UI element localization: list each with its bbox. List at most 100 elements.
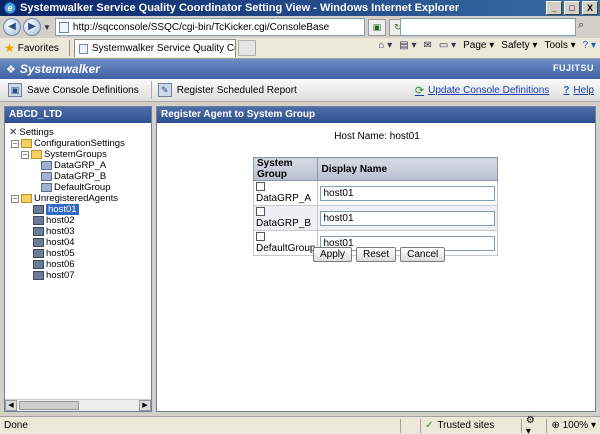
column-header-display-name: Display Name bbox=[317, 157, 499, 181]
tree-node-host[interactable]: host06 bbox=[9, 259, 151, 270]
group-icon bbox=[41, 161, 52, 170]
print-icon[interactable]: ▭ ▾ bbox=[439, 40, 456, 51]
back-button[interactable]: ◀ bbox=[3, 18, 21, 36]
navigation-panel: ABCD_LTD ✕ Settings − ConfigurationSetti… bbox=[4, 106, 152, 412]
ie-icon: e bbox=[4, 2, 16, 14]
app-toolbar: ▣ Save Console Definitions ✎ Register Sc… bbox=[0, 79, 600, 102]
system-group-table: System Group Display Name DataGRP_A Data… bbox=[252, 157, 499, 256]
host-icon bbox=[33, 271, 44, 280]
feeds-icon[interactable]: ▤ ▾ bbox=[399, 40, 416, 51]
collapse-icon[interactable]: − bbox=[11, 194, 19, 203]
update-console-definitions-link[interactable]: ⟳ Update Console Definitions bbox=[415, 84, 549, 97]
command-buttons: ⌂ ▾ ▤ ▾ ✉ ▭ ▾ Page ▾ Safety ▾ Tools ▾ ? … bbox=[378, 40, 596, 51]
help-icon[interactable]: ? ▾ bbox=[583, 40, 596, 51]
compatibility-icon[interactable]: ▣ bbox=[367, 18, 386, 36]
group-checkbox[interactable] bbox=[256, 207, 265, 216]
display-name-cell bbox=[317, 180, 499, 206]
trusted-check-icon: ✓ bbox=[425, 420, 434, 431]
tree-node-settings[interactable]: ✕ Settings bbox=[9, 127, 151, 138]
window-titlebar: e Systemwalker Service Quality Coordinat… bbox=[0, 0, 600, 16]
report-icon: ✎ bbox=[157, 83, 172, 97]
favorites-star-icon: ★ bbox=[4, 41, 15, 55]
help-link[interactable]: ? Help bbox=[563, 85, 594, 96]
history-dropdown-icon[interactable]: ▼ bbox=[43, 23, 51, 32]
protected-mode-icon[interactable]: ⚙ ▾ bbox=[520, 415, 547, 434]
mail-icon[interactable]: ✉ bbox=[423, 40, 431, 51]
tree-node-host[interactable]: host07 bbox=[9, 270, 151, 281]
zoom-control[interactable]: ⊕ 100% ▾ bbox=[546, 418, 600, 433]
tree-node-group[interactable]: DefaultGroup bbox=[9, 182, 151, 193]
scrollbar-thumb[interactable] bbox=[19, 401, 79, 410]
forward-button[interactable]: ▶ bbox=[23, 18, 41, 36]
settings-tree: ✕ Settings − ConfigurationSettings − Sys… bbox=[5, 123, 151, 281]
security-zone[interactable]: ✓ Trusted sites bbox=[420, 418, 521, 433]
address-input[interactable]: http://sqcconsole/SSQC/cgi-bin/TcKicker.… bbox=[54, 18, 365, 36]
page-menu[interactable]: Page ▾ bbox=[463, 40, 494, 51]
favorites-button[interactable]: ★ Favorites bbox=[4, 41, 59, 55]
host-icon bbox=[33, 205, 44, 214]
folder-icon bbox=[21, 194, 32, 203]
table-row: DataGRP_A bbox=[252, 180, 499, 206]
group-icon bbox=[41, 172, 52, 181]
search-icon[interactable]: ⌕ bbox=[578, 19, 584, 32]
tree-node-group[interactable]: DataGRP_A bbox=[9, 160, 151, 171]
toolbar-separator bbox=[150, 81, 152, 99]
tree-node-host[interactable]: host02 bbox=[9, 215, 151, 226]
home-icon[interactable]: ⌂ ▾ bbox=[378, 40, 392, 51]
zoom-icon: ⊕ bbox=[551, 420, 563, 431]
tree-node-host[interactable]: host04 bbox=[9, 237, 151, 248]
close-button[interactable]: X bbox=[582, 1, 598, 15]
brand-logo: ❖ Systemwalker bbox=[6, 62, 100, 76]
window-title: Systemwalker Service Quality Coordinator… bbox=[20, 2, 460, 14]
new-tab-button[interactable] bbox=[237, 40, 256, 56]
command-bar: ★ Favorites Systemwalker Service Quality… bbox=[0, 38, 600, 59]
tree-node-host[interactable]: host05 bbox=[9, 248, 151, 259]
tree-node-group[interactable]: DataGRP_B bbox=[9, 171, 151, 182]
collapse-icon[interactable]: − bbox=[11, 139, 19, 148]
toolbar-links: ⟳ Update Console Definitions ? Help bbox=[415, 84, 594, 97]
content-panel-title: Register Agent to System Group bbox=[157, 107, 595, 123]
tools-menu[interactable]: Tools ▾ bbox=[544, 40, 575, 51]
browser-tab[interactable]: Systemwalker Service Quality Coordinator… bbox=[73, 39, 236, 57]
tree-node-host-selected[interactable]: host01 bbox=[9, 204, 151, 215]
settings-icon: ✕ bbox=[9, 127, 18, 138]
reset-button[interactable]: Reset bbox=[356, 247, 397, 262]
tab-separator bbox=[68, 40, 70, 56]
collapse-icon[interactable]: − bbox=[21, 150, 29, 159]
status-bar: Done ✓ Trusted sites ⚙ ▾ ⊕ 100% ▾ bbox=[0, 415, 600, 434]
host-icon bbox=[33, 227, 44, 236]
apply-button[interactable]: Apply bbox=[313, 247, 353, 262]
maximize-button[interactable]: □ bbox=[564, 1, 580, 15]
cancel-button[interactable]: Cancel bbox=[400, 247, 446, 262]
folder-icon bbox=[21, 139, 32, 148]
display-name-input[interactable] bbox=[320, 185, 496, 201]
system-group-cell: DefaultGroup bbox=[252, 230, 319, 256]
display-name-input[interactable] bbox=[320, 210, 496, 226]
app-header: ❖ Systemwalker FUJITSU bbox=[0, 59, 600, 79]
tree-node-host[interactable]: host03 bbox=[9, 226, 151, 237]
system-group-cell: DataGRP_B bbox=[252, 205, 319, 231]
host-name-value: host01 bbox=[389, 131, 420, 142]
scroll-left-icon[interactable]: ◀ bbox=[5, 400, 17, 411]
folder-icon bbox=[31, 150, 42, 159]
register-scheduled-report-button[interactable]: ✎ Register Scheduled Report bbox=[157, 83, 297, 97]
horizontal-scrollbar[interactable]: ◀ ▶ bbox=[5, 399, 151, 411]
system-group-cell: DataGRP_A bbox=[252, 180, 319, 206]
vendor-logo: FUJITSU bbox=[552, 63, 594, 73]
minimize-button[interactable]: _ bbox=[546, 1, 562, 15]
status-text: Done bbox=[4, 420, 28, 431]
host-icon bbox=[33, 238, 44, 247]
page-icon bbox=[58, 21, 69, 33]
address-text: http://sqcconsole/SSQC/cgi-bin/TcKicker.… bbox=[72, 21, 330, 33]
group-checkbox[interactable] bbox=[256, 232, 265, 241]
tree-node-system-groups[interactable]: − SystemGroups bbox=[9, 149, 151, 160]
host-icon bbox=[33, 216, 44, 225]
tree-node-unregistered-agents[interactable]: − UnregisteredAgents bbox=[9, 193, 151, 204]
search-input[interactable] bbox=[400, 18, 576, 36]
group-checkbox[interactable] bbox=[256, 182, 265, 191]
tree-node-configuration-settings[interactable]: − ConfigurationSettings bbox=[9, 138, 151, 149]
content-panel: Register Agent to System Group Host Name… bbox=[156, 106, 596, 412]
save-console-definitions-button[interactable]: ▣ Save Console Definitions bbox=[8, 83, 139, 97]
safety-menu[interactable]: Safety ▾ bbox=[501, 40, 537, 51]
scroll-right-icon[interactable]: ▶ bbox=[139, 400, 151, 411]
